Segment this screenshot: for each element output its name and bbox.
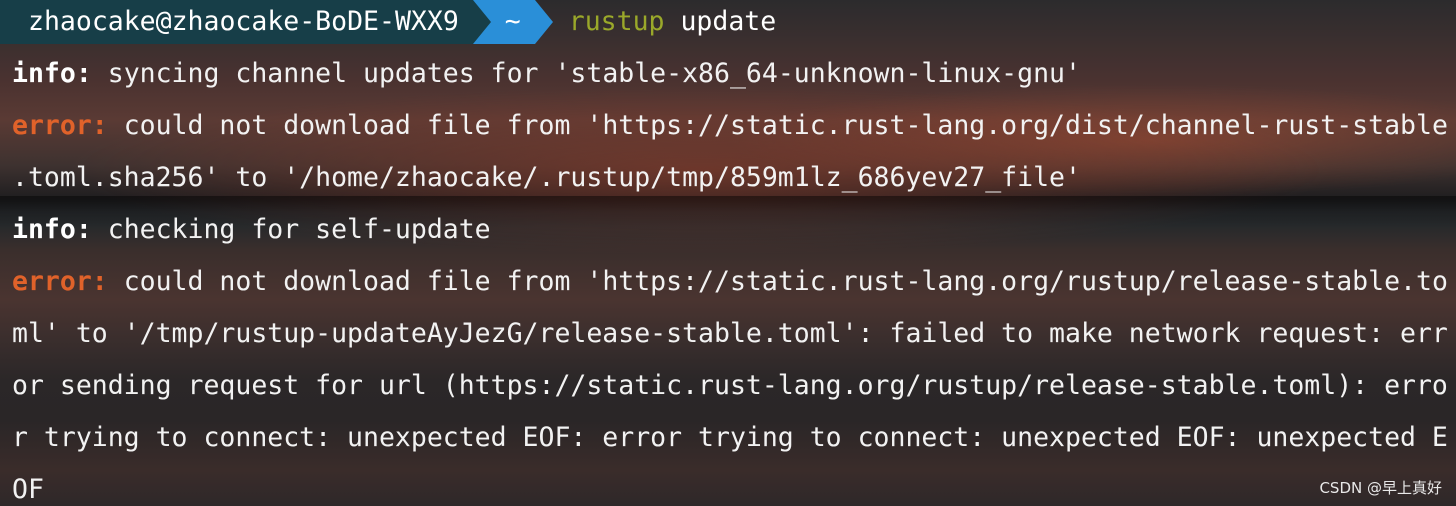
output-line: ml' to '/tmp/rustup-updateAyJezG/release… — [12, 308, 1448, 360]
output-text: could not download file from 'https://st… — [107, 266, 1448, 297]
watermark: CSDN @早上真好 — [1319, 479, 1442, 497]
output-line: info: checking for self-update — [12, 204, 491, 256]
error-label: error: — [12, 110, 108, 141]
output-line: or sending request for url (https://stat… — [12, 360, 1448, 412]
output-text: checking for self-update — [91, 214, 491, 245]
output-text: ml' to '/tmp/rustup-updateAyJezG/release… — [12, 318, 1448, 349]
output-text: or sending request for url (https://stat… — [12, 370, 1448, 401]
output-text: could not download file from 'https://st… — [107, 110, 1448, 141]
prompt-separator-icon — [472, 0, 491, 44]
output-line: r trying to connect: unexpected EOF: err… — [12, 412, 1448, 464]
output-text: .toml.sha256' to '/home/zhaocake/.rustup… — [12, 162, 1081, 193]
output-text: OF — [12, 474, 44, 505]
info-label: info: — [12, 214, 92, 245]
output-text: syncing channel updates for 'stable-x86_… — [91, 58, 1081, 89]
prompt-user-host: zhaocake@zhaocake-BoDE-WXX9 — [0, 0, 473, 44]
output-line: OF — [12, 464, 44, 506]
output-line: error: could not download file from 'htt… — [12, 256, 1448, 308]
output-text: r trying to connect: unexpected EOF: err… — [12, 422, 1448, 453]
terminal-window[interactable]: zhaocake@zhaocake-BoDE-WXX9 ~ rustup upd… — [0, 0, 1456, 506]
info-label: info: — [12, 58, 92, 89]
output-line: info: syncing channel updates for 'stabl… — [12, 48, 1081, 100]
command-name: rustup — [568, 6, 665, 37]
error-label: error: — [12, 266, 108, 297]
command-line[interactable]: rustup update — [569, 0, 776, 44]
prompt-directory: ~ — [490, 0, 535, 44]
output-line: .toml.sha256' to '/home/zhaocake/.rustup… — [12, 152, 1081, 204]
shell-prompt: zhaocake@zhaocake-BoDE-WXX9 ~ rustup upd… — [0, 0, 776, 44]
prompt-end-arrow-icon — [534, 0, 553, 44]
output-line: error: could not download file from 'htt… — [12, 100, 1448, 152]
command-argument: update — [680, 6, 777, 37]
